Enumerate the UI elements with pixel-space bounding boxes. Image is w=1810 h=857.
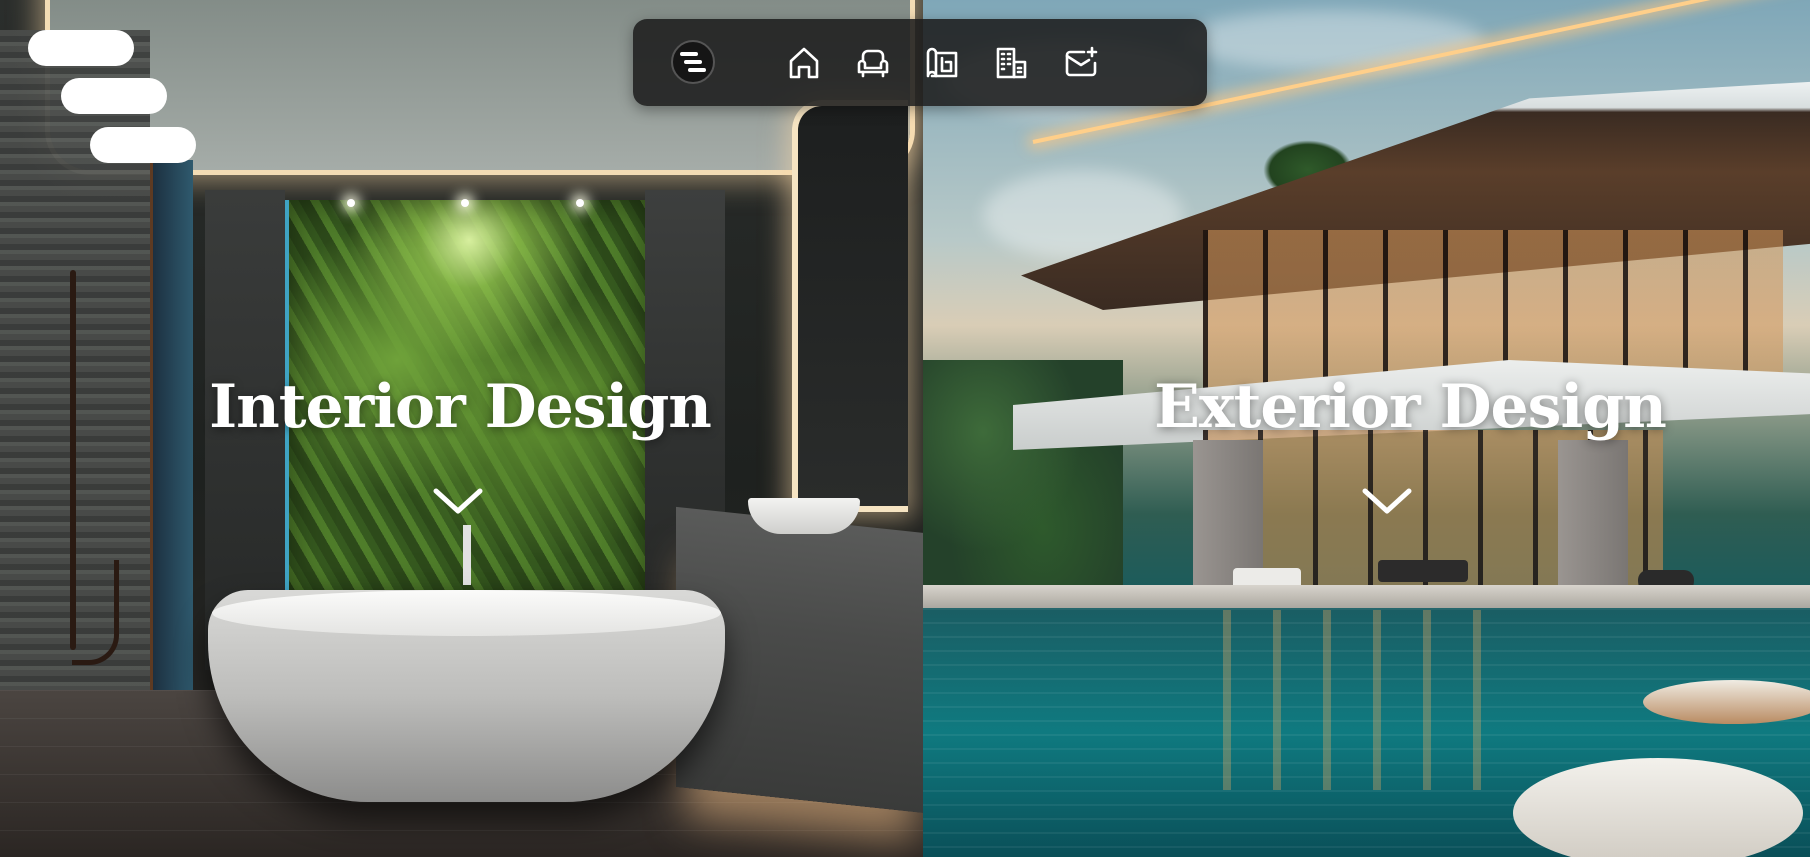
pool-deck xyxy=(923,585,1810,609)
ceiling-spotlight xyxy=(461,199,469,207)
chevron-down-icon[interactable] xyxy=(430,483,486,519)
bathtub-rim xyxy=(212,590,721,636)
chevron-down-icon[interactable] xyxy=(1359,483,1415,519)
menu-bar xyxy=(28,30,134,66)
ceiling-spotlight xyxy=(576,199,584,207)
pool-ottoman xyxy=(1513,758,1803,857)
menu-bar xyxy=(61,78,167,114)
lounge-sofa xyxy=(1378,560,1468,582)
round-planter-table xyxy=(1643,680,1810,724)
cloud xyxy=(1183,10,1483,70)
tub-faucet xyxy=(463,525,471,585)
armchair-icon[interactable] xyxy=(854,44,892,82)
exterior-design-title[interactable]: Exterior Design xyxy=(1150,372,1670,452)
ceiling-spotlight xyxy=(347,199,355,207)
blueprint-icon[interactable] xyxy=(923,44,961,82)
pool-reflection xyxy=(1223,610,1523,790)
landing-page: Interior Design Exterior Design xyxy=(0,0,1810,857)
shower-glass xyxy=(150,160,193,700)
lit-mirror xyxy=(792,100,908,512)
shower-hose xyxy=(72,560,119,665)
brand-logo-icon[interactable] xyxy=(671,40,715,84)
menu-bar xyxy=(90,127,196,163)
home-icon[interactable] xyxy=(785,44,823,82)
tropical-foliage xyxy=(923,360,1123,600)
building-icon[interactable] xyxy=(992,44,1030,82)
mail-plus-icon[interactable] xyxy=(1062,44,1100,82)
interior-design-title[interactable]: Interior Design xyxy=(205,372,715,452)
concrete-column xyxy=(1558,440,1628,600)
hamburger-menu-icon[interactable] xyxy=(26,30,198,164)
top-navigation-bar xyxy=(633,19,1207,106)
vessel-sink xyxy=(748,498,860,534)
